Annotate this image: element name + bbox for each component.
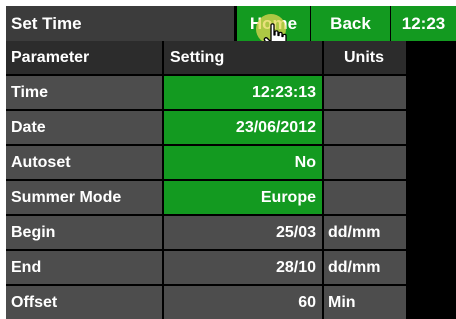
units-cell [324, 111, 406, 144]
units-cell [324, 76, 406, 109]
units-cell [324, 146, 406, 179]
units-cell: dd/mm [324, 216, 406, 249]
parameter-label: Autoset [6, 146, 162, 179]
parameter-label: End [6, 251, 162, 284]
clock-display: 12:23 [391, 6, 456, 41]
top-bar: Set Time Home Back 12:23 [6, 6, 456, 52]
setting-time[interactable]: 12:23:13 [164, 76, 322, 109]
parameter-label: Summer Mode [6, 181, 162, 214]
parameter-label: Date [6, 111, 162, 144]
setting-summer-mode[interactable]: Europe [164, 181, 322, 214]
setting-autoset[interactable]: No [164, 146, 322, 179]
setting-offset: 60 [164, 286, 322, 319]
setting-date[interactable]: 23/06/2012 [164, 111, 322, 144]
parameter-label: Time [6, 76, 162, 109]
set-time-screen: Set Time Home Back 12:23 Parameter Setti… [6, 6, 456, 319]
setting-begin: 25/03 [164, 216, 322, 249]
parameter-label: Offset [6, 286, 162, 319]
units-cell [324, 181, 406, 214]
page-title: Set Time [6, 6, 234, 41]
units-cell: Min [324, 286, 406, 319]
units-cell: dd/mm [324, 251, 406, 284]
column-header-parameter: Parameter [6, 41, 162, 74]
column-header-units: Units [324, 41, 406, 74]
back-button[interactable]: Back [311, 6, 390, 41]
parameter-label: Begin [6, 216, 162, 249]
column-header-setting: Setting [164, 41, 322, 74]
setting-end: 28/10 [164, 251, 322, 284]
